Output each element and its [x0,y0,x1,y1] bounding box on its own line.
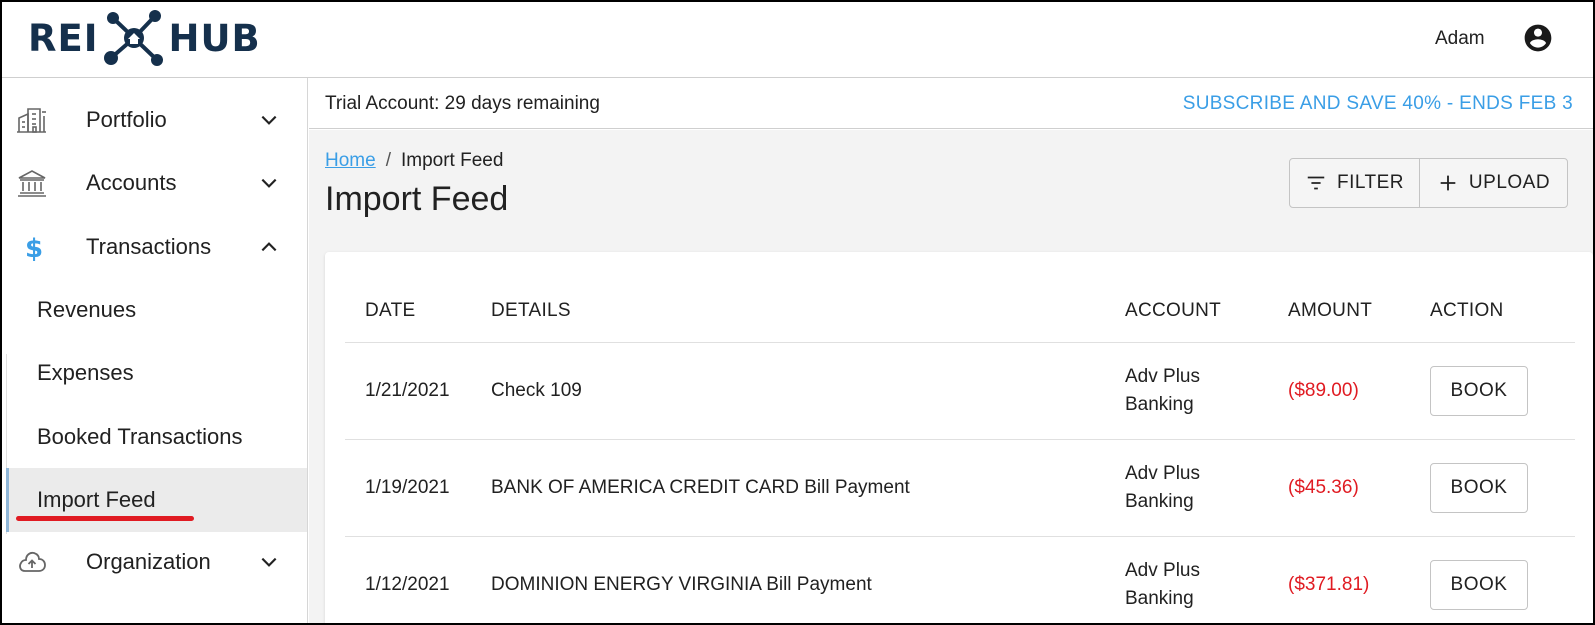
sidebar-subitem-expenses[interactable]: Expenses [6,341,307,405]
table-row: 1/21/2021 Check 109 Adv Plus Banking ($8… [345,342,1575,440]
sidebar-subitem-revenues[interactable]: Revenues [6,278,307,342]
cell-account: Adv Plus Banking [1125,439,1288,537]
bank-icon [18,170,46,197]
svg-text:$: $ [25,234,43,263]
filter-button-label: FILTER [1336,172,1405,193]
account-name-line2: Banking [1125,393,1194,415]
cell-action: BOOK [1430,439,1575,537]
column-header-details[interactable]: DETAILS [491,280,1125,343]
chevron-down-icon [261,115,277,125]
cell-details: DOMINION ENERGY VIRGINIA Bill Payment [491,536,1125,623]
filter-icon [1307,176,1325,190]
sidebar-subitem-label: Import Feed [37,487,156,512]
chevron-down-icon [261,178,277,188]
building-icon [17,108,46,133]
sidebar-subitem-import-feed[interactable]: Import Feed [6,468,307,532]
sidebar-item-accounts[interactable]: Accounts [2,151,307,215]
account-name-line1: Adv Plus [1125,462,1200,484]
table-row: 1/12/2021 DOMINION ENERGY VIRGINIA Bill … [345,536,1575,623]
sidebar: Portfolio Accounts $ Transactions Revenu… [2,78,308,623]
logo-text-right: HUB [168,16,261,60]
chevron-down-icon [261,557,277,567]
breadcrumb-separator: / [385,150,391,171]
breadcrumb: Home / Import Feed [325,150,503,172]
cell-amount: ($45.36) [1288,439,1430,537]
account-name-line2: Banking [1125,587,1194,609]
trial-banner: Trial Account: 29 days remaining SUBSCRI… [309,79,1593,129]
sidebar-subitem-booked-transactions[interactable]: Booked Transactions [6,405,307,469]
user-name[interactable]: Adam [1435,28,1485,50]
cell-action: BOOK [1430,342,1575,440]
account-circle-icon[interactable] [1522,22,1554,54]
sidebar-item-label: Portfolio [86,107,167,132]
book-button[interactable]: BOOK [1430,559,1528,610]
logo-text-left: REI [28,16,99,60]
filter-button[interactable]: FILTER [1290,159,1420,207]
page-title: Import Feed [325,180,509,218]
cell-amount: ($89.00) [1288,342,1430,440]
sidebar-subitem-label: Expenses [37,360,134,385]
plus-icon [1440,175,1456,191]
cell-date: 1/21/2021 [345,342,491,440]
app-window: REI HUB Adam Portfolio Accounts $ Transa… [0,0,1595,625]
cell-date: 1/12/2021 [345,536,491,623]
breadcrumb-current: Import Feed [400,150,504,171]
subscribe-link[interactable]: SUBSCRIBE AND SAVE 40% - ENDS FEB 3 [1183,93,1573,115]
toolbar-button-group: FILTER UPLOAD [1289,158,1568,208]
breadcrumb-home-link[interactable]: Home [325,150,376,172]
import-feed-table: DATE DETAILS ACCOUNT AMOUNT ACTION 1/21/… [345,280,1575,623]
rei-hub-logo[interactable]: REI HUB [28,6,261,70]
column-header-account[interactable]: ACCOUNT [1125,280,1288,343]
cell-amount: ($371.81) [1288,536,1430,623]
cell-details: Check 109 [491,342,1125,440]
sidebar-subitem-label: Booked Transactions [37,424,243,449]
trial-status-text: Trial Account: 29 days remaining [325,93,600,114]
account-name-line2: Banking [1125,490,1194,512]
cloud-upload-icon [19,551,46,572]
amount-value: ($371.81) [1288,573,1370,595]
sidebar-item-portfolio[interactable]: Portfolio [2,88,307,152]
sidebar-item-transactions[interactable]: $ Transactions [2,215,307,279]
cell-account: Adv Plus Banking [1125,536,1288,623]
upload-button-label: UPLOAD [1468,172,1551,193]
network-house-icon [103,10,163,66]
upload-button[interactable]: UPLOAD [1420,159,1567,207]
cell-account: Adv Plus Banking [1125,342,1288,440]
book-button[interactable]: BOOK [1430,365,1528,416]
amount-value: ($45.36) [1288,476,1359,498]
sidebar-item-label: Transactions [86,234,212,259]
sidebar-item-label: Organization [86,549,211,574]
column-header-action: ACTION [1430,280,1575,343]
cell-details: BANK OF AMERICA CREDIT CARD Bill Payment [491,439,1125,537]
dollar-icon: $ [25,234,43,263]
sidebar-subitem-label: Revenues [37,297,137,322]
import-feed-card: DATE DETAILS ACCOUNT AMOUNT ACTION 1/21/… [325,252,1593,623]
main-content: Home / Import Feed Import Feed FILTER UP… [309,130,1593,623]
column-header-date[interactable]: DATE [345,280,491,343]
cell-date: 1/19/2021 [345,439,491,537]
amount-value: ($89.00) [1288,379,1359,401]
active-indicator [6,468,9,532]
column-header-amount[interactable]: AMOUNT [1288,280,1430,343]
sidebar-item-label: Accounts [86,170,177,195]
account-name-line1: Adv Plus [1125,365,1200,387]
book-button[interactable]: BOOK [1430,462,1528,513]
account-name-line1: Adv Plus [1125,559,1200,581]
chevron-up-icon [261,242,277,252]
table-header-row: DATE DETAILS ACCOUNT AMOUNT ACTION [345,280,1575,343]
top-header: REI HUB Adam [2,2,1593,78]
table-row: 1/19/2021 BANK OF AMERICA CREDIT CARD Bi… [345,439,1575,537]
cell-action: BOOK [1430,536,1575,623]
sidebar-item-organization[interactable]: Organization [2,530,307,594]
red-highlight-underline [16,516,194,521]
